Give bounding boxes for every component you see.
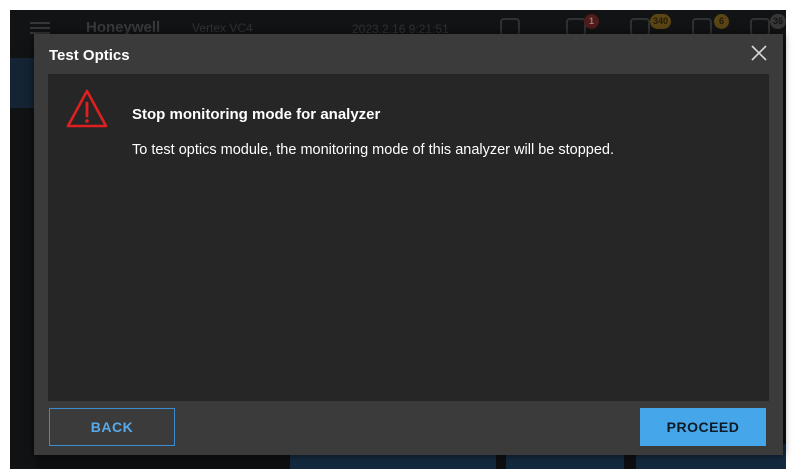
- close-icon[interactable]: [749, 43, 769, 63]
- message-text: To test optics module, the monitoring mo…: [132, 142, 614, 158]
- warning-triangle-icon: [65, 88, 109, 130]
- dialog-header: Test Optics: [34, 34, 783, 74]
- test-optics-dialog: Test Optics Stop monitoring mode for ana…: [34, 34, 783, 455]
- dialog-body: Stop monitoring mode for analyzer To tes…: [48, 74, 769, 401]
- dialog-footer: BACK PROCEED: [34, 401, 783, 455]
- back-button[interactable]: BACK: [49, 408, 175, 446]
- message-title: Stop monitoring mode for analyzer: [132, 106, 381, 123]
- proceed-button[interactable]: PROCEED: [640, 408, 766, 446]
- dialog-title: Test Optics: [49, 47, 130, 64]
